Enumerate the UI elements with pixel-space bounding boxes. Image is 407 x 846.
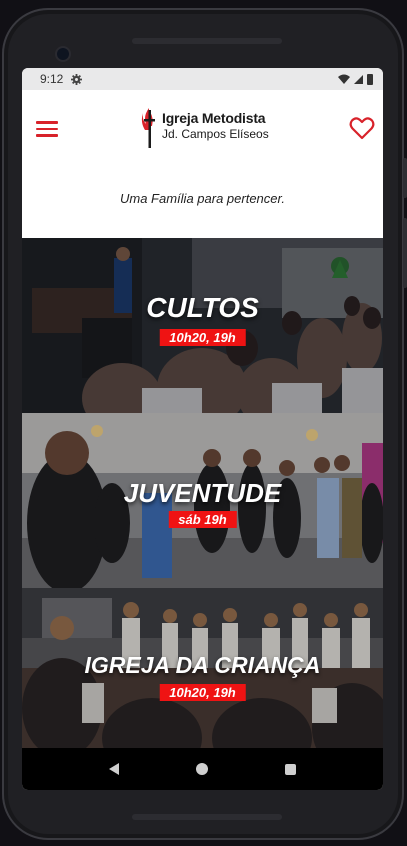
logo-name: Igreja Metodista bbox=[162, 110, 266, 126]
nav-back-icon[interactable] bbox=[108, 763, 119, 775]
app-screen: 9:12 Igreja Metodista Jd. Campos Elíseos… bbox=[22, 68, 383, 790]
nav-home-icon[interactable] bbox=[195, 763, 208, 775]
battery-icon bbox=[367, 73, 373, 85]
android-nav-bar bbox=[22, 748, 383, 790]
tagline: Uma Família para pertencer. bbox=[120, 190, 285, 206]
card-schedule-badge: sáb 19h bbox=[168, 511, 237, 528]
status-bar: 9:12 bbox=[22, 68, 383, 90]
menu-icon bbox=[36, 121, 58, 124]
wifi-icon bbox=[338, 74, 350, 84]
earpiece-speaker bbox=[132, 38, 282, 44]
cross-flame-logo-icon bbox=[141, 108, 155, 148]
card-schedule-badge: 10h20, 19h bbox=[159, 684, 246, 701]
volume-button bbox=[403, 158, 407, 198]
card-title: JUVENTUDE bbox=[123, 478, 282, 508]
menu-button[interactable] bbox=[36, 121, 58, 137]
power-button bbox=[403, 218, 407, 288]
logo-subtitle: Jd. Campos Elíseos bbox=[162, 127, 269, 141]
card-igreja-da-crianca[interactable]: IGREJA DA CRIANÇA 10h20, 19h bbox=[22, 588, 383, 750]
status-time: 9:12 bbox=[40, 72, 64, 86]
heart-icon[interactable] bbox=[349, 116, 375, 140]
card-overlay bbox=[22, 238, 383, 413]
card-schedule-badge: 10h20, 19h bbox=[159, 329, 246, 346]
nav-recent-icon[interactable] bbox=[285, 763, 297, 775]
menu-icon-line bbox=[36, 127, 58, 130]
signal-icon bbox=[354, 74, 363, 84]
church-logo: Igreja Metodista Jd. Campos Elíseos bbox=[140, 104, 270, 152]
card-cultos[interactable]: CULTOS 10h20, 19h bbox=[22, 238, 383, 413]
menu-icon-line bbox=[36, 134, 58, 137]
card-juventude[interactable]: JUVENTUDE sáb 19h bbox=[22, 413, 383, 588]
front-camera bbox=[57, 48, 69, 60]
bottom-speaker bbox=[132, 814, 282, 820]
card-title: IGREJA DA CRIANÇA bbox=[84, 652, 321, 678]
card-title: CULTOS bbox=[146, 292, 259, 323]
app-header: Igreja Metodista Jd. Campos Elíseos bbox=[22, 90, 383, 162]
gear-icon bbox=[71, 73, 83, 85]
